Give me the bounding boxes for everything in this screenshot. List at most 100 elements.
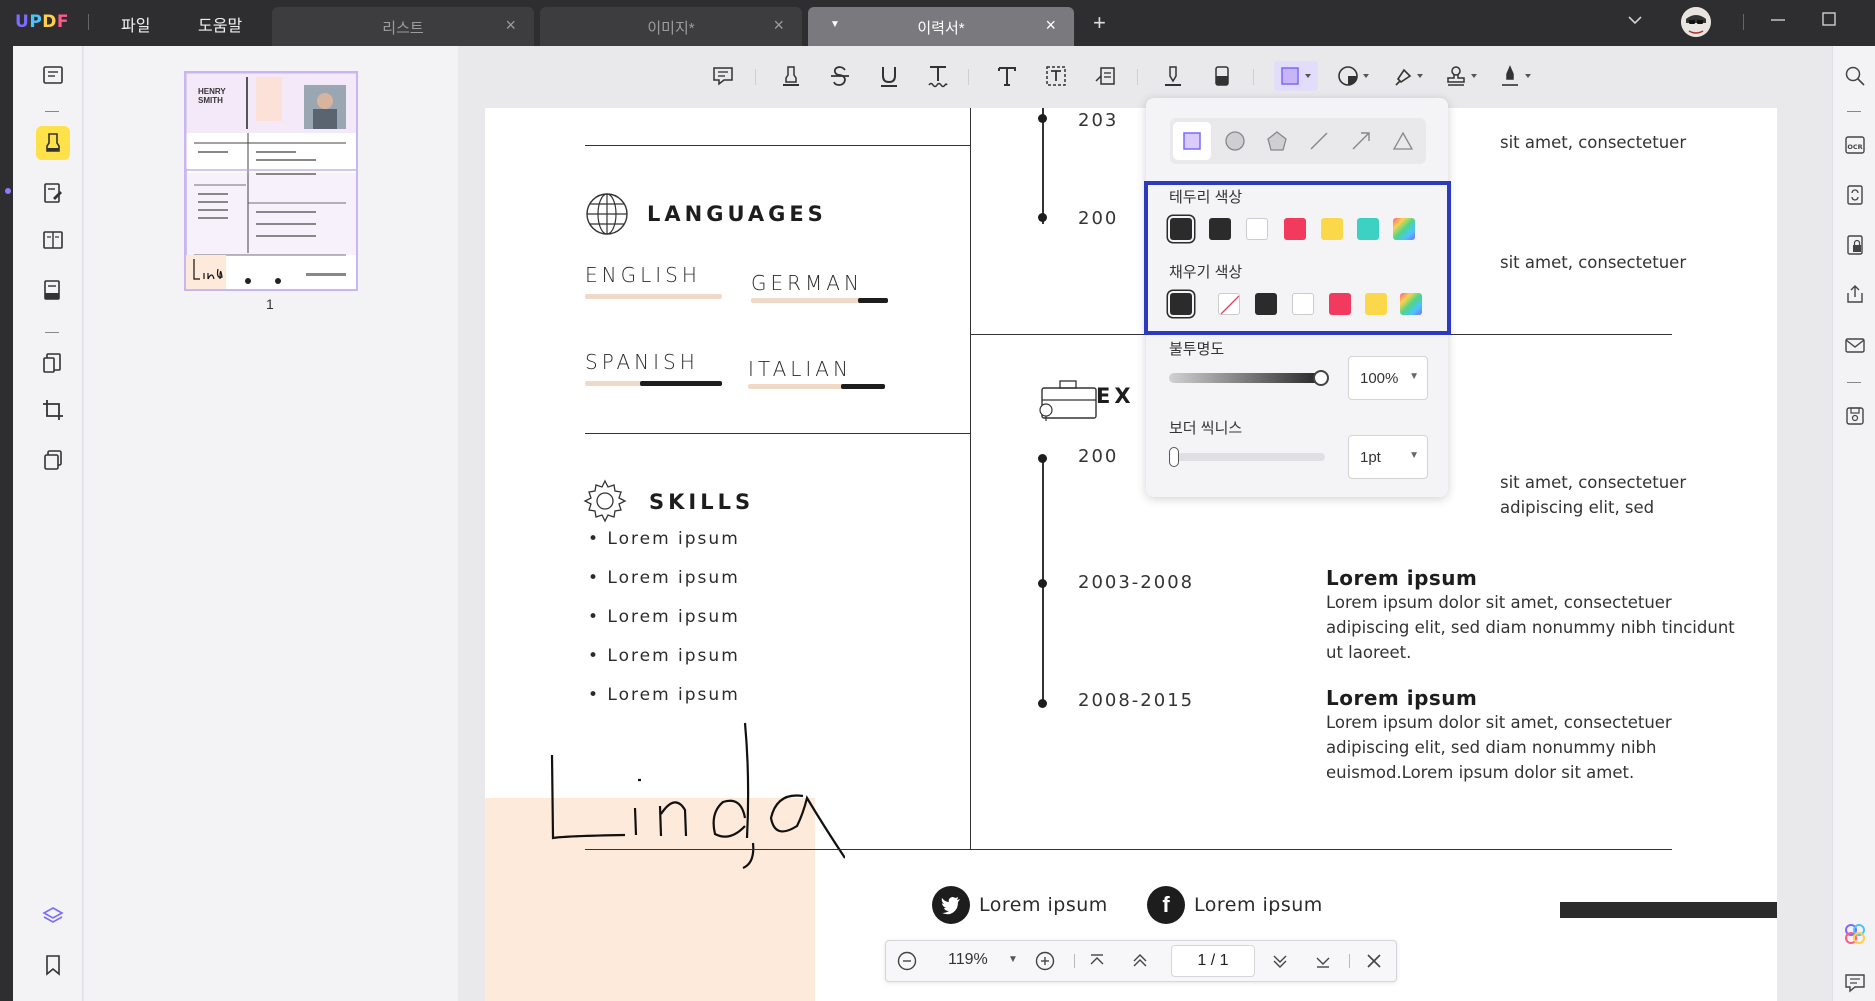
reader-mode-icon[interactable] xyxy=(36,58,70,92)
layers-icon[interactable] xyxy=(36,899,70,933)
highlight-icon[interactable] xyxy=(776,61,806,91)
job-description: Lorem ipsum dolor sit amet, consectetuer… xyxy=(1326,593,1735,662)
arrow-icon[interactable] xyxy=(1342,122,1380,160)
language-italian: ITALIAN xyxy=(748,357,852,381)
email-icon[interactable] xyxy=(1843,333,1867,357)
opacity-value: 100% xyxy=(1360,370,1399,387)
timeline-dot xyxy=(1038,699,1047,708)
opacity-select[interactable]: 100% ▼ xyxy=(1348,356,1428,400)
organize-pages-icon[interactable] xyxy=(36,223,70,257)
opacity-slider[interactable] xyxy=(1169,370,1329,386)
search-icon[interactable] xyxy=(1843,64,1867,88)
rectangle-icon[interactable] xyxy=(1173,122,1211,160)
last-page-icon[interactable] xyxy=(1313,951,1333,976)
menu-file[interactable]: 파일 xyxy=(121,12,150,36)
add-tab-button[interactable]: + xyxy=(1093,10,1106,36)
text-icon[interactable] xyxy=(992,61,1022,91)
stamp-icon[interactable] xyxy=(1442,61,1482,91)
thickness-select[interactable]: 1pt ▼ xyxy=(1348,435,1428,479)
underline-icon[interactable] xyxy=(874,61,904,91)
protect-icon[interactable] xyxy=(1843,233,1867,257)
timeline-year: 200 xyxy=(1078,446,1119,467)
tab-image[interactable]: 이미지* × xyxy=(540,7,802,46)
pencil-icon[interactable] xyxy=(1158,61,1188,91)
attachment-icon[interactable] xyxy=(36,995,70,1001)
thumbnail-name: HENRY SMITH xyxy=(198,87,226,105)
text-callout-icon[interactable] xyxy=(1090,61,1120,91)
previous-page-icon[interactable] xyxy=(1130,951,1150,976)
border-thickness-label: 보더 씩니스 xyxy=(1169,420,1243,437)
convert-icon[interactable] xyxy=(1843,183,1867,207)
eraser-icon[interactable] xyxy=(1207,61,1237,91)
sticker-icon[interactable] xyxy=(1334,61,1374,91)
tab-label: 리스트 xyxy=(382,20,424,37)
toolbar-separator xyxy=(1253,69,1254,85)
pdf-page[interactable]: LANGUAGES ENGLISH GERMAN SPANISH ITALIAN… xyxy=(485,108,1777,1001)
save-icon[interactable] xyxy=(1843,404,1867,428)
zoom-out-icon[interactable] xyxy=(896,950,918,977)
close-icon[interactable] xyxy=(1364,951,1384,976)
chevron-down-icon: ▼ xyxy=(1409,450,1419,461)
next-page-icon[interactable] xyxy=(1270,951,1290,976)
close-icon[interactable]: × xyxy=(773,15,784,36)
slider-handle[interactable] xyxy=(1313,370,1329,386)
line-icon[interactable] xyxy=(1300,122,1338,160)
close-icon[interactable]: × xyxy=(505,15,516,36)
shape-type-selector xyxy=(1170,118,1426,164)
crop-icon[interactable] xyxy=(36,393,70,427)
share-icon[interactable] xyxy=(1843,282,1867,306)
page-thumbnail[interactable]: HENRY SMITH xyxy=(184,71,358,291)
section-title-skills: SKILLS xyxy=(649,490,755,514)
avatar[interactable] xyxy=(1681,7,1711,37)
thickness-slider[interactable] xyxy=(1169,447,1325,467)
first-page-icon[interactable] xyxy=(1087,951,1107,976)
comment-tool-icon[interactable] xyxy=(36,126,70,160)
menu-help[interactable]: 도움말 xyxy=(198,12,242,36)
squiggly-underline-icon[interactable] xyxy=(923,61,953,91)
polygon-icon[interactable] xyxy=(1258,122,1296,160)
pin-icon[interactable] xyxy=(1388,61,1428,91)
maximize-icon[interactable] xyxy=(1820,10,1838,33)
sticky-note-icon[interactable] xyxy=(708,61,738,91)
shape-tool-button[interactable] xyxy=(1274,61,1318,91)
comments-list-icon[interactable] xyxy=(1843,971,1867,995)
language-bar xyxy=(751,298,888,303)
chevron-down-icon[interactable] xyxy=(1627,12,1643,33)
edit-pdf-icon[interactable] xyxy=(36,176,70,210)
strikethrough-icon[interactable] xyxy=(825,61,855,91)
bookmark-icon[interactable] xyxy=(36,948,70,982)
triangle-icon[interactable] xyxy=(1384,122,1422,160)
slider-handle[interactable] xyxy=(1169,447,1179,467)
convert-pdf-icon[interactable] xyxy=(36,346,70,380)
left-edge-rail xyxy=(0,46,13,1001)
circle-icon[interactable] xyxy=(1216,122,1254,160)
page-tools-icon[interactable] xyxy=(36,443,70,477)
chevron-down-icon[interactable]: ▼ xyxy=(1008,954,1018,965)
tab-label: 이미지* xyxy=(647,20,695,37)
thumbnail-page-number: 1 xyxy=(266,296,274,312)
job-description: sit amet, consectetuer xyxy=(1500,133,1687,152)
tab-resume[interactable]: ▼ 이력서* × xyxy=(808,7,1074,46)
signature[interactable] xyxy=(545,718,846,893)
toolbar-separator xyxy=(1137,69,1138,85)
ocr-icon[interactable]: OCR xyxy=(1843,133,1867,157)
page-number-box[interactable]: 1 / 1 xyxy=(1171,945,1255,977)
thumbnail-pane: HENRY SMITH 1 xyxy=(84,46,458,1001)
skill-item: • Lorem ipsum xyxy=(588,529,740,549)
globe-icon xyxy=(585,192,629,241)
ai-assistant-icon[interactable] xyxy=(1843,922,1867,946)
job-title: Lorem ipsum xyxy=(1326,566,1478,590)
signature-icon[interactable] xyxy=(1496,61,1536,91)
minimize-icon[interactable] xyxy=(1769,10,1787,33)
title-separator xyxy=(88,14,89,30)
title-separator xyxy=(1743,14,1744,30)
zoom-level[interactable]: 119% xyxy=(948,951,988,969)
text-box-icon[interactable] xyxy=(1041,61,1071,91)
form-tool-icon[interactable] xyxy=(36,273,70,307)
language-bar-fill xyxy=(841,384,885,389)
close-icon[interactable]: × xyxy=(1045,15,1056,36)
timeline-year: 2008-2015 xyxy=(1078,690,1195,711)
zoom-in-icon[interactable] xyxy=(1034,950,1056,977)
tab-list[interactable]: 리스트 × xyxy=(272,7,534,46)
annotation-toolbar xyxy=(458,55,1832,99)
